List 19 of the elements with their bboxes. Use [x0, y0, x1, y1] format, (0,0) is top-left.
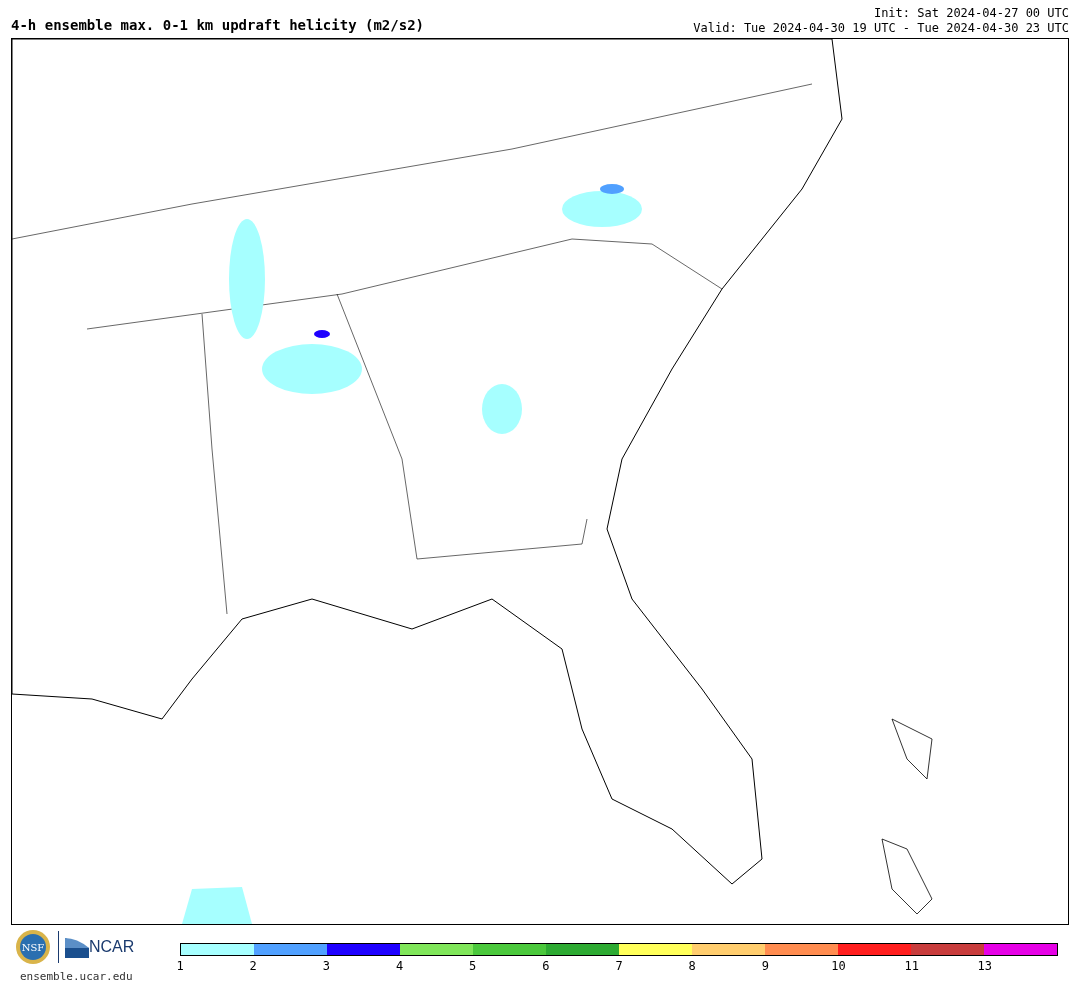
- tick-label: 8: [688, 959, 696, 973]
- tick-label: 5: [469, 959, 477, 973]
- tick-label: 4: [395, 959, 404, 973]
- tick-label: 9: [761, 959, 769, 973]
- tick-label: 1: [176, 959, 184, 973]
- ncar-logo-icon: [65, 936, 89, 958]
- chart-title: 4-h ensemble max. 0-1 km updraft helicity (m2/s2): [11, 16, 424, 35]
- ncar-logo-text: NCAR: [89, 937, 135, 957]
- tick-label: 2: [249, 959, 257, 973]
- init-time: Init: Sat 2024-04-27 00 UTC: [873, 6, 1069, 21]
- tick-label: 7: [615, 959, 623, 973]
- tick-label: 13: [977, 959, 993, 973]
- valid-time: Valid: Tue 2024-04-30 19 UTC - Tue 2024-04-30 23 UTC: [693, 21, 1069, 36]
- tick-label: 10: [831, 959, 846, 973]
- tick-label: 3: [322, 959, 330, 973]
- tick-label: 6: [542, 959, 550, 973]
- tick-label: 11: [904, 959, 919, 973]
- site-url: ensemble.ucar.edu: [19, 969, 133, 985]
- nsf-logo: NSF: [14, 929, 52, 965]
